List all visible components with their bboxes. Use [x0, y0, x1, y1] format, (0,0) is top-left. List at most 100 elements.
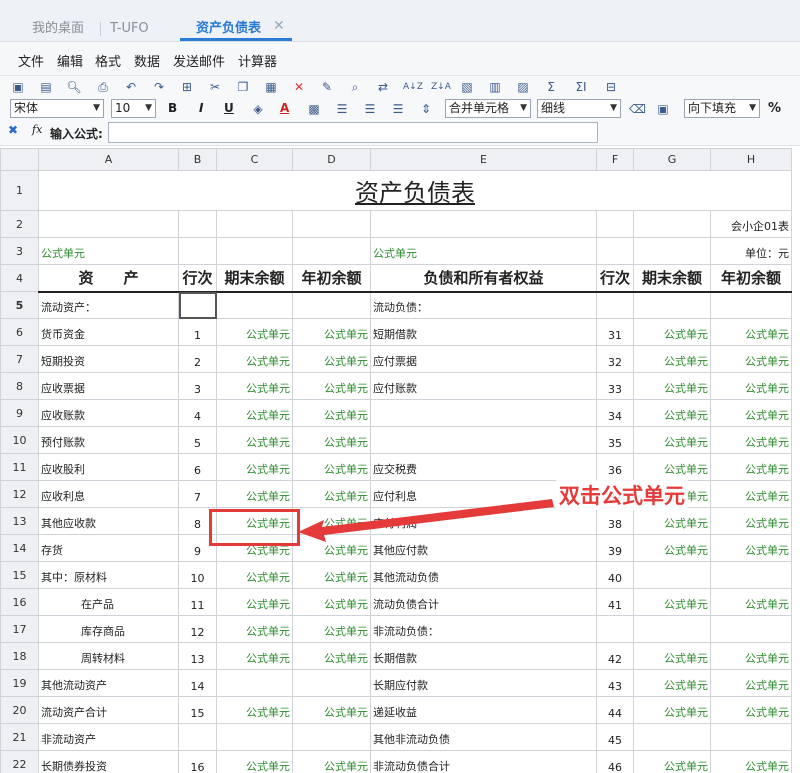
- formula-cell[interactable]: 公式单元: [216, 615, 293, 643]
- item-cell[interactable]: 非流动负债合计: [370, 750, 597, 773]
- line-number-cell[interactable]: 3: [178, 372, 217, 400]
- border-style-select[interactable]: 细线 ▼: [537, 99, 621, 118]
- cell[interactable]: [178, 210, 217, 238]
- fx-icon[interactable]: fx: [32, 123, 42, 136]
- formula-cell[interactable]: 公式单元: [710, 318, 792, 346]
- formula-cell[interactable]: 公式单元: [292, 345, 371, 373]
- line-number-cell[interactable]: 36: [596, 453, 634, 481]
- header-ending-balance[interactable]: 期末余额: [216, 264, 293, 293]
- menu-send-email[interactable]: 发送邮件: [173, 51, 225, 70]
- item-cell[interactable]: 长期借款: [370, 642, 597, 670]
- item-cell[interactable]: [633, 723, 711, 751]
- line-number-cell[interactable]: 44: [596, 696, 634, 724]
- save-icon[interactable]: ▣: [10, 79, 26, 95]
- formula-cell[interactable]: 公式单元: [292, 453, 371, 481]
- formula-cell[interactable]: 公式单元: [710, 345, 792, 373]
- item-cell[interactable]: 其他流动负债: [370, 561, 597, 589]
- formula-cell[interactable]: 公式单元: [216, 588, 293, 616]
- row-header[interactable]: 1: [0, 170, 39, 211]
- align-center-icon[interactable]: ☰: [362, 101, 378, 117]
- formula-cell[interactable]: 公式单元: [216, 750, 293, 773]
- line-number-cell[interactable]: 16: [178, 750, 217, 773]
- item-cell[interactable]: [710, 291, 792, 319]
- replace-icon[interactable]: ⇄: [375, 79, 391, 95]
- formula-cell[interactable]: 公式单元: [633, 669, 711, 697]
- redo-icon[interactable]: ↷: [151, 79, 167, 95]
- print-icon[interactable]: ⎙: [95, 79, 111, 95]
- tab-desktop[interactable]: 我的桌面: [32, 18, 84, 40]
- align-left-icon[interactable]: ☰: [334, 101, 350, 117]
- header-opening-balance[interactable]: 年初余额: [292, 264, 371, 293]
- formula-cell[interactable]: 公式单元: [216, 318, 293, 346]
- cell[interactable]: [596, 237, 634, 265]
- bold-button[interactable]: B: [168, 101, 177, 115]
- row-header[interactable]: 15: [0, 561, 39, 589]
- item-cell[interactable]: 流动资产：: [38, 291, 179, 319]
- fill-color-icon[interactable]: ◈: [250, 101, 266, 117]
- row-header[interactable]: 14: [0, 534, 39, 562]
- save-as-icon[interactable]: ▤: [38, 79, 54, 95]
- formula-cell[interactable]: 公式单元: [710, 453, 792, 481]
- menu-data[interactable]: 数据: [134, 51, 160, 70]
- column-header-e[interactable]: E: [370, 148, 597, 171]
- line-number-cell[interactable]: 15: [178, 696, 217, 724]
- item-cell[interactable]: 长期债券投资: [38, 750, 179, 773]
- formula-cell[interactable]: 公式单元: [216, 426, 293, 454]
- line-number-cell[interactable]: [178, 723, 217, 751]
- line-number-cell[interactable]: [596, 291, 634, 319]
- formula-cell[interactable]: 公式单元: [292, 615, 371, 643]
- image-icon[interactable]: ▣: [655, 101, 671, 117]
- column-header-g[interactable]: G: [633, 148, 711, 171]
- sort-descending-icon[interactable]: Z↓A: [431, 79, 451, 95]
- formula-cell[interactable]: 公式单元: [216, 372, 293, 400]
- line-number-cell[interactable]: 38: [596, 507, 634, 535]
- formula-cell[interactable]: 公式单元: [292, 642, 371, 670]
- row-header[interactable]: 17: [0, 615, 39, 643]
- print-preview-icon[interactable]: 🔍︎: [66, 79, 82, 95]
- item-cell[interactable]: [292, 723, 371, 751]
- item-cell[interactable]: [633, 615, 711, 643]
- insert-row-icon[interactable]: ⊟: [603, 79, 619, 95]
- row-header[interactable]: 18: [0, 642, 39, 670]
- item-cell[interactable]: [710, 561, 792, 589]
- cell[interactable]: [633, 237, 711, 265]
- undo-icon[interactable]: ↶: [123, 79, 139, 95]
- item-cell[interactable]: 流动资产合计: [38, 696, 179, 724]
- cell[interactable]: [292, 237, 371, 265]
- row-header[interactable]: 3: [0, 237, 39, 265]
- formula-cell[interactable]: 公式单元: [216, 696, 293, 724]
- line-number-cell[interactable]: 35: [596, 426, 634, 454]
- item-cell[interactable]: 存货: [38, 534, 179, 562]
- unit-cell[interactable]: 单位：元: [710, 237, 792, 265]
- line-number-cell[interactable]: 34: [596, 399, 634, 427]
- item-cell[interactable]: 短期投资: [38, 345, 179, 373]
- formula-cell[interactable]: 公式单元: [292, 561, 371, 589]
- item-cell[interactable]: 应付票据: [370, 345, 597, 373]
- item-cell[interactable]: 其他应收款: [38, 507, 179, 535]
- formula-cell[interactable]: 公式单元: [633, 318, 711, 346]
- item-cell[interactable]: 长期应付款: [370, 669, 597, 697]
- item-cell[interactable]: 其中：原材料: [38, 561, 179, 589]
- formula-cell[interactable]: 公式单元: [292, 318, 371, 346]
- line-number-cell[interactable]: 45: [596, 723, 634, 751]
- copy-icon[interactable]: ❐: [235, 79, 251, 95]
- merge-cells-select[interactable]: 合并单元格 ▼: [445, 99, 531, 118]
- line-number-cell[interactable]: 7: [178, 480, 217, 508]
- formula-cell[interactable]: 公式单元: [292, 588, 371, 616]
- header-opening-balance[interactable]: 年初余额: [710, 264, 792, 293]
- item-cell[interactable]: [292, 291, 371, 319]
- menu-file[interactable]: 文件: [18, 51, 44, 70]
- header-ending-balance[interactable]: 期末余额: [633, 264, 711, 293]
- sum-icon[interactable]: Σ: [543, 79, 559, 95]
- cell[interactable]: [216, 237, 293, 265]
- row-header[interactable]: 8: [0, 372, 39, 400]
- line-number-cell[interactable]: 2: [178, 345, 217, 373]
- fill-direction-select[interactable]: 向下填充 ▼: [684, 99, 760, 118]
- item-cell[interactable]: [216, 669, 293, 697]
- underline-button[interactable]: U: [224, 101, 234, 115]
- delete-icon[interactable]: ✕: [291, 79, 307, 95]
- row-header[interactable]: 19: [0, 669, 39, 697]
- cell[interactable]: [633, 210, 711, 238]
- formula-cell[interactable]: 公式单元: [216, 345, 293, 373]
- column-header-c[interactable]: C: [216, 148, 293, 171]
